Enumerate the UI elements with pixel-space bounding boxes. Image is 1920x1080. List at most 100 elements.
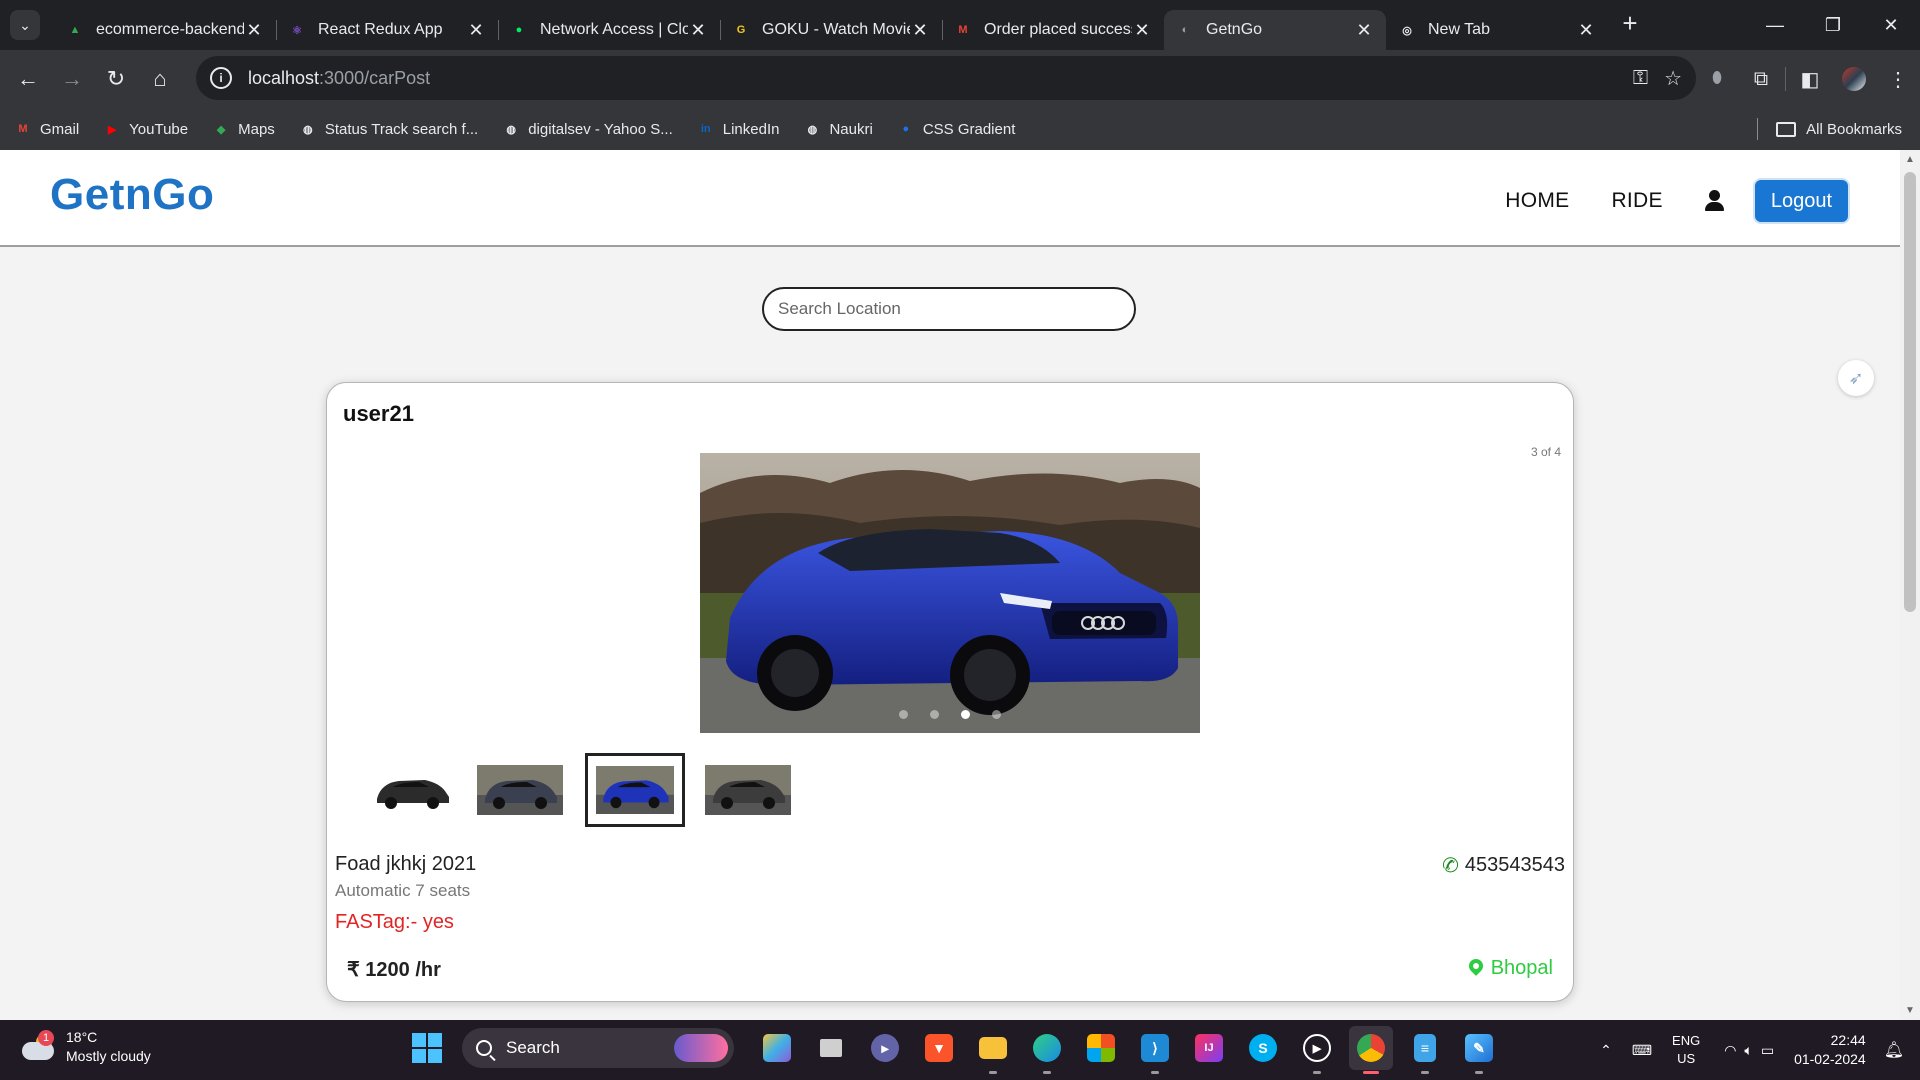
scroll-down-arrow-icon[interactable]: ▼ [1905, 1005, 1915, 1016]
new-tab-button[interactable]: + [1614, 7, 1646, 39]
edge-browser-icon[interactable] [1025, 1026, 1069, 1074]
all-bookmarks-button[interactable]: All Bookmarks [1757, 108, 1902, 150]
url-path: :3000/carPost [319, 67, 431, 88]
tray-chevron-up-icon[interactable]: ⌃ [1600, 1042, 1612, 1059]
restore-icon[interactable]: ❐ [1804, 0, 1862, 50]
tab-close-icon[interactable]: ✕ [1354, 20, 1374, 41]
home-button[interactable]: ⌂ [138, 57, 182, 101]
windows-start-icon[interactable] [412, 1033, 442, 1063]
forward-button[interactable]: → [50, 57, 94, 101]
user-icon[interactable] [1703, 189, 1727, 213]
minimize-icon[interactable]: — [1746, 0, 1804, 50]
reload-button[interactable]: ↻ [94, 57, 138, 101]
browser-tab[interactable]: G GOKU - Watch Movie ✕ [720, 10, 942, 50]
chrome-icon: ◎ [1402, 24, 1412, 37]
location-pin-icon [1469, 959, 1483, 979]
carousel-dot[interactable] [930, 710, 939, 719]
taskbar-search-box[interactable]: Search [462, 1028, 734, 1068]
tab-close-icon[interactable]: ✕ [1576, 20, 1596, 41]
tab-close-icon[interactable]: ✕ [244, 20, 264, 41]
brave-browser-icon[interactable]: ▼ [917, 1026, 961, 1070]
chrome-taskbar-icon[interactable] [1349, 1026, 1393, 1074]
carousel-dot[interactable] [961, 710, 970, 719]
url-text[interactable]: localhost:3000/carPost [248, 68, 430, 89]
back-button[interactable]: ← [6, 57, 50, 101]
microsoft-store-icon[interactable] [1079, 1026, 1123, 1070]
location-name: Bhopal [1490, 957, 1553, 979]
browser-tab[interactable]: ● Network Access | Clo ✕ [498, 10, 720, 50]
star-icon[interactable]: ☆ [1664, 66, 1682, 91]
nav-home-link[interactable]: HOME [1505, 189, 1569, 213]
extensions-puzzle-icon[interactable]: ⧉ [1739, 57, 1783, 101]
carousel-main-image[interactable] [700, 453, 1200, 733]
arrow-right-icon: → [61, 66, 83, 91]
profile-avatar[interactable] [1832, 57, 1876, 101]
contact-phone[interactable]: ✆ 453543543 [1440, 853, 1565, 879]
clock-date: 01-02-2024 [1794, 1051, 1866, 1067]
bookmark-item[interactable]: ◍ digitalsev - Yahoo S... [502, 120, 672, 138]
menu-kebab-icon[interactable]: ⋮ [1876, 57, 1920, 101]
carousel-dot[interactable] [992, 710, 1001, 719]
search-icon [476, 1040, 492, 1056]
skype-icon[interactable]: S [1241, 1026, 1285, 1070]
browser-tab[interactable]: ⚛ React Redux App ✕ [276, 10, 498, 50]
paint-icon[interactable]: ✎ [1457, 1026, 1501, 1074]
carousel-dot[interactable] [899, 710, 908, 719]
thumbnail-blue-audi[interactable] [585, 753, 685, 827]
system-clock[interactable]: 22:44 01-02-2024 [1794, 1031, 1866, 1069]
bookmark-item[interactable]: in LinkedIn [697, 120, 780, 138]
search-location-input[interactable] [762, 287, 1136, 331]
chat-app-icon[interactable]: ▸ [863, 1026, 907, 1070]
tab-close-icon[interactable]: ✕ [1132, 20, 1152, 41]
bookmark-item[interactable]: ◍ Status Track search f... [299, 120, 478, 138]
logout-button[interactable]: Logout [1754, 180, 1848, 222]
side-panel-icon[interactable]: ◧ [1788, 57, 1832, 101]
system-tray: ⌃ ⌨ ENG US ◠ 🔈︎ ▭ 22:44 01-02-2024 🔔︎ [1600, 1020, 1920, 1080]
brand-logo[interactable]: GetnGo [50, 170, 214, 220]
notepad-icon[interactable]: ≡ [1403, 1026, 1447, 1074]
media-player-icon[interactable]: ▶ [1295, 1026, 1339, 1074]
browser-tab[interactable]: ◐ GetnGo ✕ [1164, 10, 1386, 50]
tab-close-icon[interactable]: ✕ [466, 20, 486, 41]
copilot-app-icon[interactable] [755, 1026, 799, 1070]
key-icon[interactable]: ⚿ [1633, 67, 1648, 90]
tab-search-button[interactable]: ⌄ [10, 10, 40, 40]
vscode-icon[interactable]: ⟩ [1133, 1026, 1177, 1074]
bookmark-item[interactable]: ● CSS Gradient [897, 120, 1016, 138]
thumbnail-dark-pickup[interactable] [705, 765, 791, 815]
blue-audi-car-photo [700, 453, 1200, 733]
tab-close-icon[interactable]: ✕ [910, 20, 930, 41]
scrollbar-thumb[interactable] [1904, 172, 1916, 612]
scroll-up-arrow-icon[interactable]: ▲ [1905, 154, 1915, 165]
site-info-icon[interactable]: i [210, 67, 232, 89]
chevron-down-icon: ⌄ [19, 16, 31, 33]
task-view-icon[interactable] [809, 1026, 853, 1070]
close-window-icon[interactable]: ✕ [1862, 0, 1920, 50]
wifi-icon[interactable]: ◠ [1724, 1042, 1736, 1059]
volume-icon[interactable]: 🔈︎ [1744, 1042, 1752, 1059]
address-bar[interactable]: i localhost:3000/carPost ⚿ ☆ [196, 56, 1696, 100]
bookmark-label: YouTube [129, 120, 189, 138]
battery-icon[interactable]: ▭ [1761, 1042, 1774, 1059]
nav-ride-link[interactable]: RIDE [1611, 189, 1662, 213]
browser-tab[interactable]: ◎ New Tab ✕ [1386, 10, 1608, 50]
intellij-icon[interactable]: IJ [1187, 1026, 1231, 1070]
floating-rocket-widget[interactable]: ➶ [1838, 360, 1874, 396]
bookmark-item[interactable]: ▶ YouTube [103, 120, 188, 138]
tab-close-icon[interactable]: ✕ [688, 20, 708, 41]
file-explorer-icon[interactable] [971, 1026, 1015, 1074]
notification-bell-icon[interactable]: 🔔︎ [1884, 1040, 1904, 1060]
extension-icon[interactable]: ⬮ [1695, 57, 1739, 101]
vertical-scrollbar[interactable]: ▲ ▼ [1900, 150, 1920, 1020]
weather-widget[interactable]: 1 18°C Mostly cloudy [22, 1028, 151, 1066]
bookmark-item[interactable]: ◆ Maps [212, 120, 275, 138]
browser-tab[interactable]: ▲ ecommerce-backend ✕ [54, 10, 276, 50]
thumbnail-black-suv[interactable] [369, 765, 455, 815]
bookmark-item[interactable]: M Gmail [14, 120, 79, 138]
bookmark-item[interactable]: ◍ Naukri [803, 120, 873, 138]
thumbnail-grey-suv[interactable] [477, 765, 563, 815]
browser-tab[interactable]: M Order placed success ✕ [942, 10, 1164, 50]
keyboard-icon[interactable]: ⌨ [1632, 1042, 1652, 1059]
gmail-icon: M [18, 123, 28, 135]
language-indicator[interactable]: ENG US [1672, 1032, 1700, 1068]
